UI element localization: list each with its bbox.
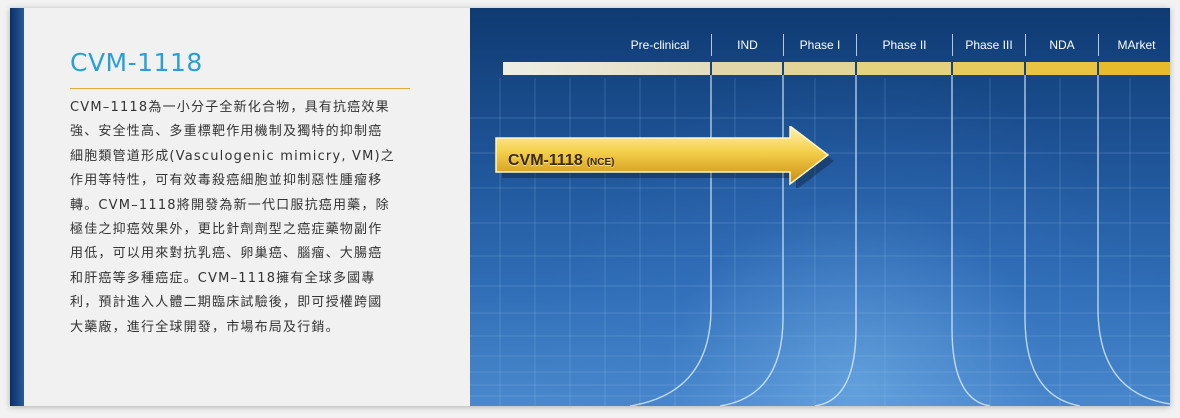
- progress-arrow-label: CVM-1118 (NCE): [508, 152, 615, 170]
- phase-label-phase-3: Phase III: [965, 38, 1013, 52]
- description-line: 和肝癌等多種癌症。CVM–1118擁有全球多國專: [70, 270, 376, 286]
- phase-label-nda: NDA: [1049, 38, 1075, 52]
- description-line: 轉。CVM–1118將開發為新一代口服抗癌用藥，除: [70, 197, 390, 213]
- phase-track-ind: [712, 62, 782, 75]
- phase-track-market: [1099, 62, 1170, 75]
- phase-label-phase-1: Phase I: [799, 38, 841, 52]
- phase-track-phase-1: [784, 62, 855, 75]
- phase-label-phase-2: Phase II: [882, 38, 927, 52]
- product-title: CVM-1118: [70, 48, 203, 77]
- phase-track-phase-3: [953, 62, 1024, 75]
- description-line: 用低，可以用來對抗乳癌、卵巢癌、腦瘤、大腸癌: [70, 246, 383, 262]
- arrow-tag: (NCE): [586, 157, 615, 168]
- description-line: 細胞類管道形成(Vasculogenic mimicry, VM)之: [70, 148, 396, 164]
- description-panel: CVM-1118 CVM–1118為一小分子全新化合物，具有抗癌效果 強、安全性…: [10, 8, 470, 406]
- description-line: 強、安全性高、多重標靶作用機制及獨特的抑制癌: [70, 124, 383, 140]
- description-line: CVM–1118為一小分子全新化合物，具有抗癌效果: [70, 100, 390, 115]
- description-line: 極佳之抑癌效果外，更比針劑劑型之癌症藥物副作: [70, 222, 383, 238]
- title-divider: [70, 88, 410, 89]
- description-line: 作用等特性，可有效毒殺癌細胞並抑制惡性腫瘤移: [70, 173, 383, 189]
- description-line: 利，預計進入人體二期臨床試驗後，即可授權跨國: [70, 295, 383, 311]
- product-description: CVM–1118為一小分子全新化合物，具有抗癌效果 強、安全性高、多重標靶作用機…: [70, 96, 412, 340]
- phase-label-preclinical: Pre-clinical: [630, 38, 690, 52]
- phase-track-preclinical: [503, 62, 710, 75]
- arrow-product-name: CVM-1118: [508, 152, 583, 169]
- phase-track-phase-2: [857, 62, 951, 75]
- left-accent-stripe: [10, 8, 24, 406]
- phase-label-ind: IND: [737, 38, 758, 52]
- phase-label-market: MArket: [1117, 38, 1156, 52]
- pipeline-diagram: Pre-clinical IND Phase I Phase II Phase …: [470, 8, 1170, 406]
- phase-track-nda: [1026, 62, 1097, 75]
- pipeline-card: CVM-1118 CVM–1118為一小分子全新化合物，具有抗癌效果 強、安全性…: [10, 8, 1170, 406]
- description-line: 大藥廠，進行全球開發，市場布局及行銷。: [70, 319, 340, 335]
